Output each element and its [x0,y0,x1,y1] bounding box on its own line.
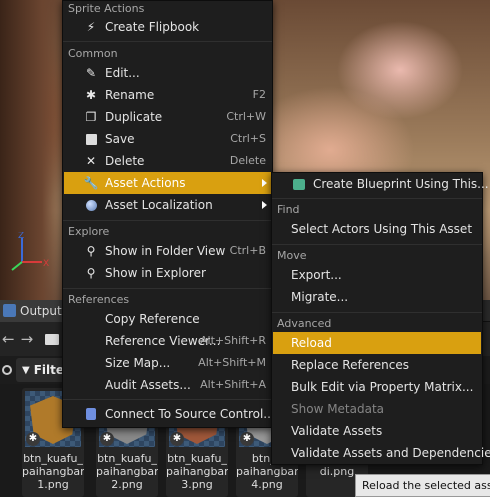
menu-separator [63,288,272,289]
menu-item-reference-viewer[interactable]: Reference Viewer... Alt+Shift+R [64,330,271,352]
unsaved-star-icon: ✱ [240,432,254,446]
menu-item-bulk-edit[interactable]: Bulk Edit via Property Matrix... [273,376,481,398]
section-header-advanced: Advanced [277,317,332,330]
output-tab-label: Output [20,303,62,318]
menu-item-connect-source-control[interactable]: Connect To Source Control... [64,403,275,425]
back-arrow-icon[interactable]: ← [2,330,15,348]
unsaved-star-icon: ✱ [100,432,114,446]
menu-item-copy-reference[interactable]: Copy Reference [64,308,271,330]
section-header-find: Find [277,203,300,216]
asset-actions-submenu: Create Blueprint Using This... Find Sele… [271,172,490,465]
submenu-arrow-icon [262,179,267,187]
filter-label: Filte [33,363,65,377]
duplicate-icon: ❐ [85,110,97,124]
menu-item-create-blueprint[interactable]: Create Blueprint Using This... [273,173,489,195]
search-icon[interactable] [2,365,12,375]
section-header-sprite-actions: Sprite Actions [68,2,145,15]
axis-gizmo-icon: Z X [11,232,49,271]
menu-item-asset-localization[interactable]: Asset Localization [64,194,271,216]
magnifier-icon: ⚲ [86,266,96,280]
magnifier-icon: ⚲ [86,244,96,258]
delete-x-icon: ✕ [85,154,97,168]
menu-item-migrate[interactable]: Migrate... [273,286,481,308]
flipbook-icon: ⚡ [86,20,96,34]
output-tab[interactable]: Output [0,299,68,322]
asset-name: btn_kuafu_paihangbang1.png [22,452,84,491]
asset-name: btn_kuafu_paihangbang3.png [166,452,228,491]
menu-separator [63,41,272,42]
funnel-icon: ▼ [22,364,30,376]
menu-item-audit-assets[interactable]: Audit Assets... Alt+Shift+A [64,374,271,396]
reload-tooltip: Reload the selected asset [355,474,490,497]
menu-item-rename[interactable]: ✱ Rename F2 [64,84,271,106]
menu-item-show-in-explorer[interactable]: ⚲ Show in Explorer [64,262,271,284]
section-header-move: Move [277,249,307,262]
source-control-icon [84,407,98,421]
menu-item-create-flipbook[interactable]: ⚡ Create Flipbook [64,16,271,38]
submenu-arrow-icon [262,201,267,209]
menu-item-replace-references[interactable]: Replace References [273,354,481,376]
rename-icon: ✱ [85,88,97,102]
wrench-icon: 🔧 [83,176,99,190]
pencil-icon: ✎ [85,66,97,80]
menu-item-save[interactable]: Save Ctrl+S [64,128,271,150]
menu-separator [63,220,272,221]
asset-context-menu: Sprite Actions ⚡ Create Flipbook Common … [62,0,275,428]
menu-separator [63,399,272,400]
blueprint-icon [292,177,306,191]
asset-name: btn_kuafu_paihangbang2.png [96,452,158,491]
forward-arrow-icon[interactable]: → [21,330,34,348]
output-log-icon [3,304,16,317]
menu-separator [272,198,482,199]
menu-item-export[interactable]: Export... [273,264,481,286]
folder-icon[interactable] [45,333,60,345]
section-header-explore: Explore [68,225,110,238]
svg-text:Z: Z [18,232,24,241]
menu-item-reload[interactable]: Reload [273,332,481,354]
section-header-references: References [68,293,130,306]
menu-item-validate-assets-dependencies[interactable]: Validate Assets and Dependencies [273,442,490,464]
menu-separator [272,312,482,313]
section-header-common: Common [68,47,118,60]
unsaved-star-icon: ✱ [170,432,184,446]
menu-item-show-metadata[interactable]: Show Metadata [273,398,481,420]
menu-item-validate-assets[interactable]: Validate Assets [273,420,481,442]
menu-item-duplicate[interactable]: ❐ Duplicate Ctrl+W [64,106,271,128]
globe-icon [84,198,98,212]
menu-item-edit[interactable]: ✎ Edit... [64,62,271,84]
menu-item-asset-actions[interactable]: 🔧 Asset Actions [64,172,271,194]
menu-item-delete[interactable]: ✕ Delete Delete [64,150,271,172]
menu-separator [272,244,482,245]
menu-item-show-in-folder-view[interactable]: ⚲ Show in Folder View Ctrl+B [64,240,271,262]
unsaved-star-icon: ✱ [26,432,40,446]
menu-item-select-actors[interactable]: Select Actors Using This Asset [273,218,481,240]
menu-item-size-map[interactable]: Size Map... Alt+Shift+M [64,352,271,374]
save-icon [84,132,98,146]
svg-text:X: X [43,259,49,269]
